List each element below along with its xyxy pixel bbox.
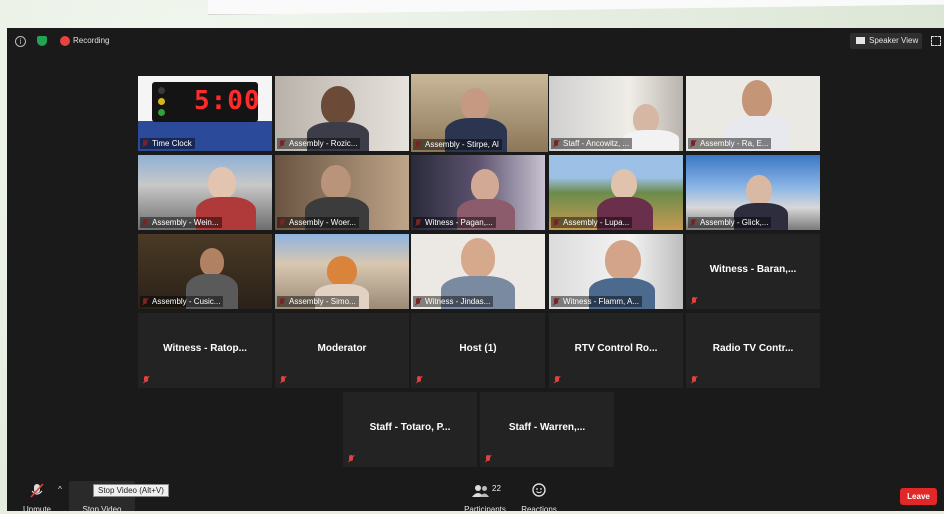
- person: [321, 86, 355, 124]
- person: [746, 175, 772, 205]
- stop-video-tooltip: Stop Video (Alt+V): [93, 484, 169, 497]
- participant-name: Assembly - Cusic...: [140, 296, 224, 307]
- recording-label: Recording: [73, 36, 110, 45]
- participant-name: Assembly - Woer...: [277, 217, 359, 228]
- reactions-button[interactable]: Reactions: [519, 481, 559, 514]
- unmute-label: Unmute: [22, 505, 51, 514]
- person: [321, 165, 351, 199]
- reactions-label: Reactions: [521, 505, 557, 514]
- muted-mic-icon: [485, 455, 491, 462]
- person: [461, 238, 495, 278]
- participants-count: 22: [492, 484, 501, 493]
- participant-name: Assembly - Stirpe, Al: [413, 139, 502, 150]
- video-tile[interactable]: Assembly - Rozic...: [275, 76, 409, 151]
- muted-mic-icon: [348, 455, 354, 462]
- person: [200, 248, 224, 276]
- clock-digits: 5:00: [194, 86, 261, 116]
- video-tile-no-video[interactable]: Radio TV Contr...: [686, 313, 820, 388]
- participant-name: Assembly - Lupa...: [551, 217, 633, 228]
- audio-options-chevron-icon[interactable]: ^: [56, 485, 64, 494]
- participant-name: RTV Control Ro...: [574, 343, 658, 354]
- participant-name: Assembly - Simo...: [277, 296, 359, 307]
- video-tile-no-video[interactable]: Witness - Ratop...: [138, 313, 272, 388]
- speaker-view-icon: [856, 37, 865, 44]
- person: [611, 169, 637, 199]
- video-tile[interactable]: Assembly - Cusic...: [138, 234, 272, 309]
- participant-name: Radio TV Contr...: [712, 343, 794, 354]
- video-tile-no-video[interactable]: RTV Control Ro...: [549, 313, 683, 388]
- person: [471, 169, 499, 201]
- participant-name: Assembly - Glick,...: [688, 217, 772, 228]
- video-tile-time-clock[interactable]: 5:00 Time Clock: [138, 76, 272, 151]
- led-red: [158, 87, 165, 94]
- reactions-icon: [532, 483, 546, 497]
- person: [742, 80, 772, 118]
- countdown-clock: 5:00: [152, 82, 261, 122]
- muted-mic-icon: [691, 297, 697, 304]
- participants-icon: [472, 485, 489, 497]
- video-tile[interactable]: Witness - Jindas...: [411, 234, 545, 309]
- meeting-toolbar: Unmute ^ Stop Video Stop Video (Alt+V) 2…: [7, 475, 944, 514]
- led-yellow: [158, 98, 165, 105]
- participant-name: Assembly - Ra, E...: [688, 138, 772, 149]
- video-tile[interactable]: Witness - Flamm, A...: [549, 234, 683, 309]
- video-tile[interactable]: Assembly - Simo...: [275, 234, 409, 309]
- video-tile[interactable]: Assembly - Wein...: [138, 155, 272, 230]
- video-tile-no-video[interactable]: Staff - Totaro, P...: [343, 392, 477, 467]
- muted-mic-icon: [691, 376, 697, 383]
- participant-name: Staff - Warren,...: [508, 422, 586, 433]
- video-tile[interactable]: Assembly - Lupa...: [549, 155, 683, 230]
- leave-button[interactable]: Leave: [900, 488, 937, 505]
- top-bar: i Recording Speaker View: [7, 28, 944, 54]
- participant-name: Witness - Flamm, A...: [551, 296, 643, 307]
- unmute-button[interactable]: Unmute: [17, 481, 57, 514]
- person: [605, 240, 641, 280]
- person: [461, 88, 489, 120]
- video-tile[interactable]: Assembly - Glick,...: [686, 155, 820, 230]
- participant-name: Witness - Baran,...: [709, 264, 797, 275]
- zoom-meeting-window: i Recording Speaker View 5:00 Time Clock…: [7, 28, 944, 514]
- muted-mic-icon: [554, 376, 560, 383]
- participant-name: Staff - Ancowitz, ...: [551, 138, 633, 149]
- participant-name: Assembly - Wein...: [140, 217, 222, 228]
- participant-name: Staff - Totaro, P...: [369, 422, 451, 433]
- participants-button[interactable]: 22 Participants: [457, 481, 513, 514]
- video-tile-no-video[interactable]: Staff - Warren,...: [480, 392, 614, 467]
- participants-label: Participants: [464, 505, 506, 514]
- video-tile[interactable]: Assembly - Woer...: [275, 155, 409, 230]
- person: [208, 167, 236, 199]
- fullscreen-icon[interactable]: [931, 36, 941, 46]
- participant-name: Witness - Pagan,...: [413, 217, 496, 228]
- person: [327, 256, 357, 286]
- recording-icon: [60, 36, 70, 46]
- participant-name: Assembly - Rozic...: [277, 138, 361, 149]
- muted-mic-icon: [416, 376, 422, 383]
- muted-microphone-icon: [30, 483, 44, 498]
- video-tile-no-video[interactable]: Host (1): [411, 313, 545, 388]
- participant-name: Moderator: [317, 343, 367, 354]
- speaker-view-label: Speaker View: [869, 36, 919, 45]
- speaker-view-button[interactable]: Speaker View: [850, 33, 922, 49]
- video-tile-no-video[interactable]: Moderator: [275, 313, 409, 388]
- video-tile-active-speaker[interactable]: Assembly - Stirpe, Al: [411, 74, 548, 152]
- participant-name: Witness - Ratop...: [163, 343, 247, 354]
- video-tile-no-video[interactable]: Witness - Baran,...: [686, 234, 820, 309]
- participant-name: Host (1): [459, 343, 497, 354]
- muted-mic-icon: [280, 376, 286, 383]
- participant-name: Witness - Jindas...: [413, 296, 494, 307]
- video-tile[interactable]: Staff - Ancowitz, ...: [549, 76, 683, 151]
- security-shield-icon[interactable]: [37, 36, 47, 46]
- info-icon[interactable]: i: [15, 36, 26, 47]
- led-green: [158, 109, 165, 116]
- stop-video-label: Stop Video: [82, 505, 122, 514]
- video-tile[interactable]: Witness - Pagan,...: [411, 155, 545, 230]
- muted-mic-icon: [143, 376, 149, 383]
- participant-name: Time Clock: [140, 138, 195, 149]
- video-tile[interactable]: Assembly - Ra, E...: [686, 76, 820, 151]
